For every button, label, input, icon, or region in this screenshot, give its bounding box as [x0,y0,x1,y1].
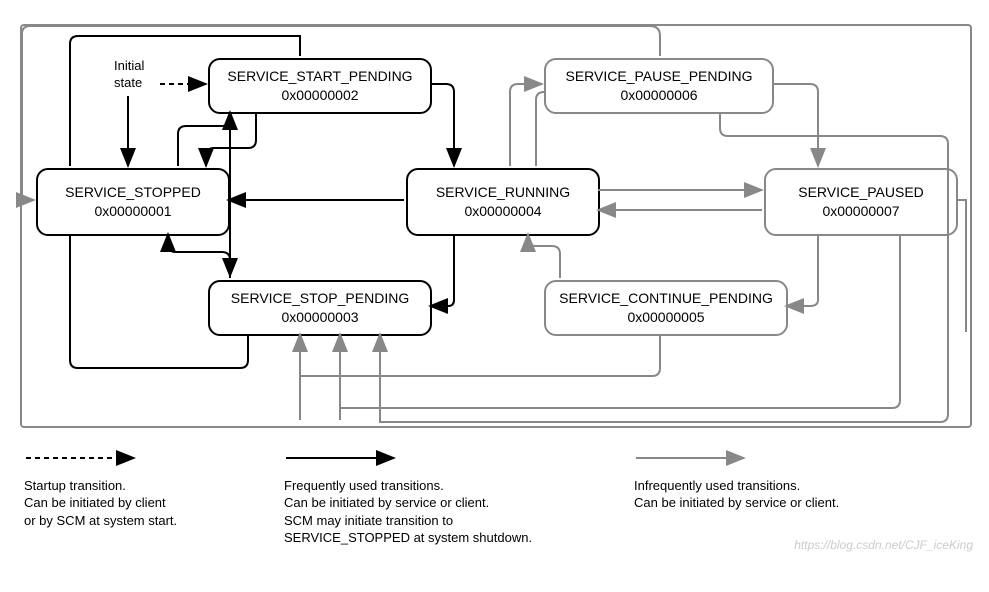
node-start-pending-code: 0x00000002 [281,86,358,105]
legend-frequent-line4: SERVICE_STOPPED at system shutdown. [284,529,594,547]
node-service-paused: SERVICE_PAUSED 0x00000007 [764,168,958,236]
legend-infrequent-line2: Can be initiated by service or client. [634,494,934,512]
legend-infrequent: Infrequently used transitions. Can be in… [634,450,934,512]
node-paused-title: SERVICE_PAUSED [798,183,924,202]
initial-state-line2: state [114,75,144,92]
node-service-stop-pending: SERVICE_STOP_PENDING 0x00000003 [208,280,432,336]
node-running-title: SERVICE_RUNNING [436,183,570,202]
node-stopped-title: SERVICE_STOPPED [65,183,201,202]
node-stopped-code: 0x00000001 [94,202,171,221]
node-service-start-pending: SERVICE_START_PENDING 0x00000002 [208,58,432,114]
initial-state-label: Initial state [114,58,144,92]
node-service-continue-pending: SERVICE_CONTINUE_PENDING 0x00000005 [544,280,788,336]
legend: Startup transition. Can be initiated by … [24,450,964,580]
legend-startup-line3: or by SCM at system start. [24,512,254,530]
legend-startup: Startup transition. Can be initiated by … [24,450,254,529]
legend-frequent: Frequently used transitions. Can be init… [284,450,594,547]
watermark: https://blog.csdn.net/CJF_iceKing [794,538,973,552]
node-stop-pending-code: 0x00000003 [281,308,358,327]
legend-startup-title: Startup transition. [24,477,254,495]
node-paused-code: 0x00000007 [822,202,899,221]
legend-frequent-line2: Can be initiated by service or client. [284,494,594,512]
node-start-pending-title: SERVICE_START_PENDING [227,67,412,86]
initial-state-line1: Initial [114,58,144,75]
node-service-pause-pending: SERVICE_PAUSE_PENDING 0x00000006 [544,58,774,114]
node-stop-pending-title: SERVICE_STOP_PENDING [231,289,409,308]
node-service-running: SERVICE_RUNNING 0x00000004 [406,168,600,236]
legend-frequent-title: Frequently used transitions. [284,477,594,495]
legend-startup-line2: Can be initiated by client [24,494,254,512]
legend-infrequent-title: Infrequently used transitions. [634,477,934,495]
node-service-stopped: SERVICE_STOPPED 0x00000001 [36,168,230,236]
legend-startup-arrow-icon [24,450,144,466]
node-continue-pending-code: 0x00000005 [627,308,704,327]
node-running-code: 0x00000004 [464,202,541,221]
legend-frequent-line3: SCM may initiate transition to [284,512,594,530]
node-pause-pending-code: 0x00000006 [620,86,697,105]
node-pause-pending-title: SERVICE_PAUSE_PENDING [566,67,753,86]
node-continue-pending-title: SERVICE_CONTINUE_PENDING [559,289,773,308]
legend-infrequent-arrow-icon [634,450,754,466]
legend-frequent-arrow-icon [284,450,404,466]
